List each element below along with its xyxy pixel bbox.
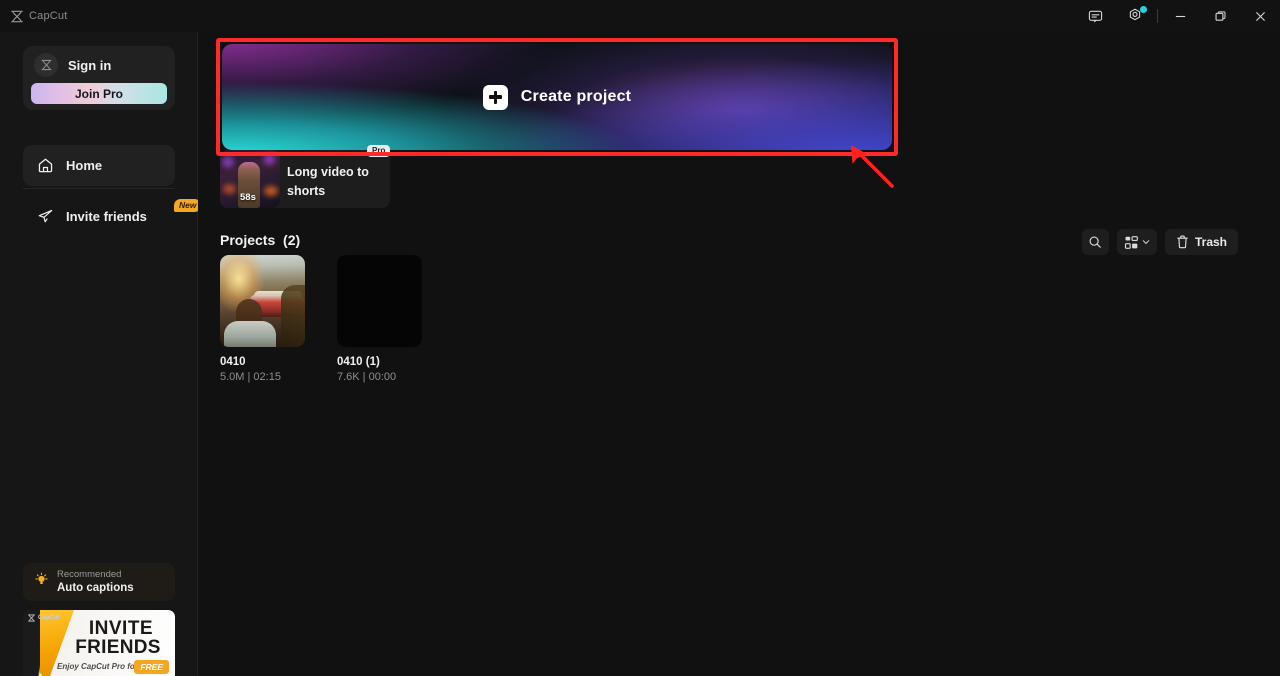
- project-thumbnail: [220, 255, 305, 347]
- thumb-light-blob: [223, 184, 236, 194]
- projects-count: (2): [283, 232, 301, 248]
- create-project-banner[interactable]: Create project: [222, 44, 892, 150]
- create-project-inner: Create project: [222, 44, 892, 150]
- project-name: 0410 (1): [337, 356, 380, 368]
- window-controls: [1075, 0, 1280, 32]
- project-name: 0410: [220, 356, 246, 368]
- sidebar-item-invite-friends[interactable]: Invite friends New: [23, 196, 202, 237]
- sidebar: Sign in Join Pro Home Invite friends New…: [0, 32, 202, 676]
- invite-label-wrap: Invite friends New: [66, 198, 202, 226]
- thumb-person-body: [224, 321, 276, 347]
- capcut-hourglass-icon: [28, 614, 35, 622]
- projects-toolbar: Trash: [1081, 229, 1238, 255]
- paper-plane-icon: [37, 208, 54, 225]
- promo-tagline: Enjoy CapCut Pro for: [57, 662, 138, 671]
- project-card[interactable]: 0410 5.0M | 02:15: [220, 255, 305, 383]
- recommended-card[interactable]: Recommended Auto captions: [23, 563, 175, 601]
- maximize-button[interactable]: [1200, 0, 1240, 32]
- project-card[interactable]: 0410 (1) 7.6K | 00:00: [337, 255, 422, 383]
- feature-card-title: Long video to shorts: [287, 165, 369, 198]
- recommended-title: Auto captions: [57, 582, 134, 594]
- settings-button[interactable]: [1115, 0, 1155, 32]
- plus-square-icon: [482, 84, 508, 110]
- invite-friends-promo-banner[interactable]: CapCut INVITE FRIENDS Enjoy CapCut Pro f…: [23, 610, 175, 676]
- search-button[interactable]: [1081, 229, 1109, 255]
- minimize-icon: [1175, 15, 1185, 17]
- app-name: CapCut: [29, 10, 68, 22]
- view-mode-button[interactable]: [1116, 229, 1157, 255]
- projects-heading-label: Projects: [220, 232, 276, 248]
- create-project-label: Create project: [520, 88, 632, 105]
- chevron-down-icon: [1142, 240, 1150, 245]
- capcut-hourglass-icon: [11, 10, 23, 22]
- titlebar-divider: [1157, 9, 1158, 23]
- thumb-light-blob: [222, 156, 234, 168]
- feedback-button[interactable]: [1075, 0, 1115, 32]
- promo-line-2: FRIENDS: [75, 637, 161, 658]
- settings-notification-dot: [1140, 6, 1147, 13]
- close-icon: [1255, 11, 1265, 21]
- home-icon: [37, 157, 54, 174]
- account-card: Sign in Join Pro: [23, 46, 175, 110]
- project-meta: 5.0M | 02:15: [220, 371, 281, 383]
- thumb-foliage: [281, 285, 305, 347]
- sidebar-divider: [23, 188, 175, 189]
- minimize-button[interactable]: [1160, 0, 1200, 32]
- trash-button[interactable]: Trash: [1164, 229, 1238, 255]
- sidebar-item-home[interactable]: Home: [23, 145, 175, 186]
- recommended-text: Recommended Auto captions: [57, 569, 134, 595]
- trash-label: Trash: [1194, 235, 1227, 249]
- projects-grid: 0410 5.0M | 02:15 0410 (1) 7.6K | 00:00: [220, 255, 422, 383]
- thumb-light-blob: [264, 154, 275, 165]
- avatar: [34, 53, 58, 77]
- capcut-avatar-icon: [41, 59, 51, 71]
- close-button[interactable]: [1240, 0, 1280, 32]
- sidebar-item-label-home: Home: [66, 158, 103, 173]
- maximize-restore-icon: [1214, 10, 1225, 21]
- trash-icon: [1177, 235, 1188, 249]
- title-bar: CapCut: [0, 0, 1280, 32]
- thumb-light-blob: [264, 186, 278, 196]
- lightbulb-icon: [34, 572, 49, 592]
- sign-in-row[interactable]: Sign in: [23, 46, 175, 77]
- projects-heading: Projects (2): [220, 232, 300, 248]
- capcut-window: CapCut Sign in Join Pro Home Invite frie…: [0, 0, 1280, 676]
- feature-duration-badge: 58s: [240, 192, 256, 203]
- pro-badge: Pro: [367, 145, 391, 157]
- recommended-eyebrow: Recommended: [57, 569, 122, 580]
- join-pro-button[interactable]: Join Pro: [31, 83, 167, 104]
- promo-line-1: INVITE: [88, 618, 154, 639]
- chat-feedback-icon: [1088, 10, 1102, 22]
- main-content: Create project 58s Long video to shorts …: [198, 32, 1280, 676]
- app-logo: CapCut: [0, 0, 198, 32]
- sidebar-item-label-invite: Invite friends: [66, 208, 147, 224]
- project-meta: 7.6K | 00:00: [337, 371, 397, 383]
- feature-card-long-video-to-shorts[interactable]: 58s Long video to shorts Pro: [220, 145, 391, 208]
- promo-logo: CapCut: [27, 614, 59, 622]
- sign-in-label: Sign in: [68, 57, 112, 73]
- feature-thumbnail: 58s: [220, 150, 280, 208]
- project-thumbnail: [337, 255, 422, 347]
- promo-free-badge: FREE: [134, 660, 169, 674]
- grid-view-icon: [1124, 235, 1138, 249]
- promo-logo-label: CapCut: [38, 615, 60, 621]
- search-icon: [1090, 236, 1102, 248]
